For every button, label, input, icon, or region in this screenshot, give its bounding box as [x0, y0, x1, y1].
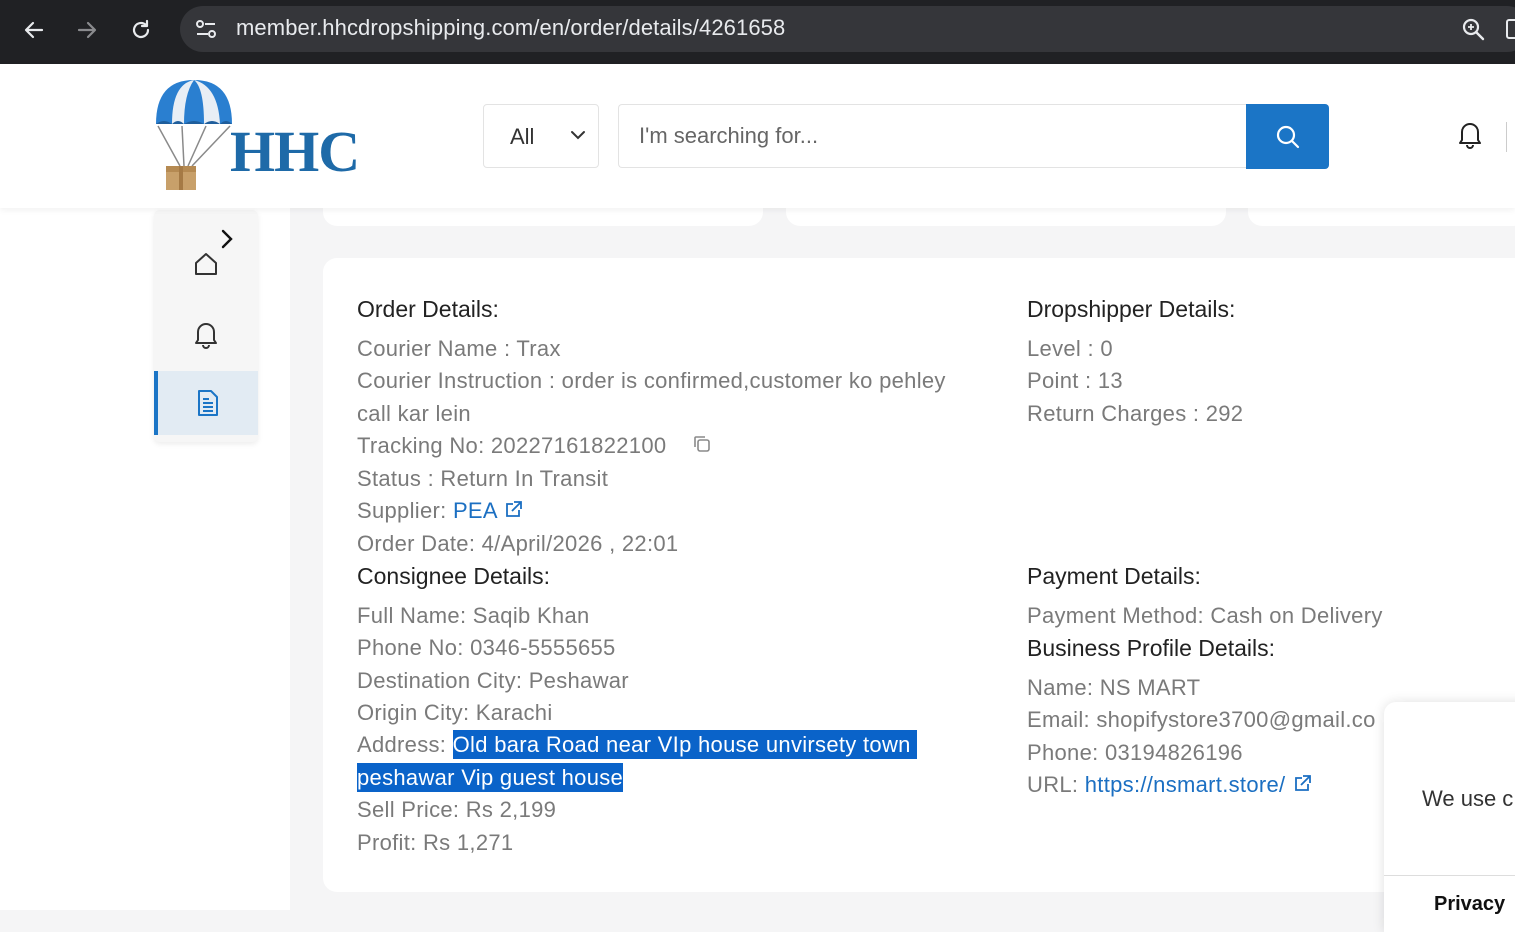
consignee-address-continued: peshawar Vip guest house	[357, 762, 624, 794]
category-select[interactable]: All	[483, 104, 599, 168]
external-link-icon[interactable]	[503, 500, 523, 520]
chevron-right-icon[interactable]	[218, 228, 236, 250]
site-header: HHC All	[0, 64, 1515, 208]
destination-city: Destination City: Peshawar	[357, 668, 629, 693]
bell-icon	[195, 323, 217, 349]
search-button[interactable]	[1246, 104, 1329, 169]
dropshipper-point: Point : 13	[1027, 368, 1123, 393]
document-icon	[198, 390, 218, 416]
supplier-link[interactable]: PEA	[453, 498, 497, 523]
copy-icon[interactable]	[692, 434, 712, 454]
address-line1-selected[interactable]: Old bara Road near VIp house unvirsety t…	[452, 730, 917, 759]
arrow-right-icon	[77, 21, 97, 39]
order-details-title: Order Details:	[357, 296, 499, 322]
business-url-row: URL: https://nsmart.store/	[1027, 772, 1312, 798]
chevron-down-icon	[571, 131, 585, 140]
courier-instruction: Courier Instruction : order is confirmed…	[357, 368, 946, 393]
dropshipper-level: Level : 0	[1027, 336, 1113, 361]
cookie-text: We use c	[1422, 786, 1514, 811]
site-settings-icon[interactable]	[194, 17, 218, 41]
address-label: Address:	[357, 732, 453, 757]
browser-toolbar: member.hhcdropshipping.com/en/order/deta…	[0, 0, 1515, 64]
business-phone: Phone: 03194826196	[1027, 740, 1243, 765]
url-text[interactable]: member.hhcdropshipping.com/en/order/deta…	[236, 15, 785, 41]
order-date: Order Date: 4/April/2026 , 22:01	[357, 531, 679, 556]
search-icon	[1276, 125, 1299, 148]
dropshipper-details-title: Dropshipper Details:	[1027, 296, 1236, 322]
business-profile-title: Business Profile Details:	[1027, 635, 1275, 661]
origin-city: Origin City: Karachi	[357, 700, 553, 725]
reload-icon	[132, 19, 150, 39]
sidebar-item-notifications[interactable]	[154, 302, 258, 366]
payment-method: Payment Method: Cash on Delivery	[1027, 603, 1383, 628]
category-select-value: All	[510, 124, 535, 149]
payment-details-title: Payment Details:	[1027, 563, 1201, 589]
business-name: Name: NS MART	[1027, 675, 1201, 700]
external-link-icon[interactable]	[1292, 774, 1312, 794]
sidebar-item-orders[interactable]	[154, 371, 258, 435]
return-charges: Return Charges : 292	[1027, 401, 1244, 426]
business-url-link[interactable]: https://nsmart.store/	[1085, 772, 1286, 797]
sell-price: Sell Price: Rs 2,199	[357, 797, 557, 822]
search-input[interactable]	[618, 104, 1250, 168]
extension-icon[interactable]	[1505, 18, 1515, 40]
reload-button[interactable]	[121, 12, 161, 48]
privacy-link[interactable]: Privacy	[1434, 893, 1505, 916]
profit: Profit: Rs 1,271	[357, 830, 514, 855]
sidebar-item-home[interactable]	[154, 232, 258, 296]
hhc-logo[interactable]: HHC	[150, 74, 360, 194]
courier-instruction-continued: call kar lein	[357, 401, 471, 426]
header-divider	[1506, 122, 1507, 152]
supplier-label: Supplier:	[357, 498, 453, 523]
back-button[interactable]	[14, 12, 54, 48]
zoom-icon[interactable]	[1460, 16, 1486, 42]
consignee-phone: Phone No: 0346-5555655	[357, 635, 616, 660]
forward-button[interactable]	[67, 12, 107, 48]
cookie-divider	[1384, 875, 1515, 876]
notification-bell-icon[interactable]	[1456, 119, 1484, 149]
consignee-details-title: Consignee Details:	[357, 563, 551, 589]
home-icon	[195, 253, 217, 275]
consignee-full-name: Full Name: Saqib Khan	[357, 603, 590, 628]
tracking-number: Tracking No: 20227161822100	[357, 433, 667, 458]
courier-name: Courier Name : Trax	[357, 336, 561, 361]
url-label: URL:	[1027, 772, 1085, 797]
arrow-left-icon	[24, 21, 44, 39]
logo-text: HHC	[230, 119, 360, 184]
supplier-row: Supplier: PEA	[357, 498, 523, 524]
business-email: Email: shopifystore3700@gmail.co	[1027, 707, 1376, 732]
address-line2-selected[interactable]: peshawar Vip guest house	[357, 763, 624, 792]
order-status: Status : Return In Transit	[357, 466, 609, 491]
consignee-address: Address: Old bara Road near VIp house un…	[357, 729, 917, 761]
